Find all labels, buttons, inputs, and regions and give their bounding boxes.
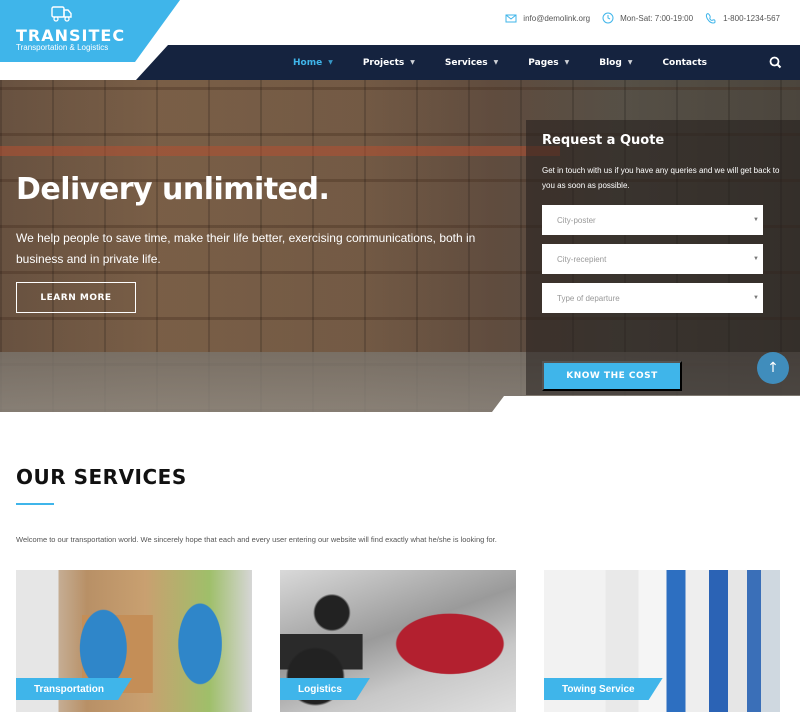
services-intro: Welcome to our transportation world. We … — [16, 535, 497, 544]
service-card-transportation[interactable]: Transportation — [16, 570, 252, 712]
clock-icon — [602, 12, 614, 24]
city-recipient-select[interactable]: City-recepient ▼ — [542, 244, 763, 274]
quote-form: Request a Quote Get in touch with us if … — [526, 120, 800, 395]
scroll-to-top-button[interactable]: ↑ — [757, 352, 789, 384]
nav-item-contacts[interactable]: Contacts — [662, 58, 707, 68]
chevron-down-icon: ▼ — [627, 59, 633, 66]
topbar: info@demolink.org Mon-Sat: 7:00-19:00 1-… — [505, 12, 780, 24]
hero-bg-shelf — [0, 146, 560, 156]
chevron-down-icon: ▼ — [753, 295, 759, 301]
quote-title: Request a Quote — [542, 133, 665, 148]
topbar-phone[interactable]: 1-800-1234-567 — [705, 12, 780, 24]
nav-label: Blog — [599, 57, 622, 68]
nav-label: Services — [444, 57, 488, 68]
logo[interactable]: TRANSITEC Transportation & Logistics — [0, 0, 180, 62]
nav-label: Contacts — [662, 57, 708, 68]
select-placeholder: City-poster — [557, 215, 596, 225]
city-poster-select[interactable]: City-poster ▼ — [542, 205, 763, 235]
hero-section: Delivery unlimited. We help people to sa… — [0, 80, 800, 412]
nav-item-projects[interactable]: Projects ▼ — [363, 58, 415, 68]
card-label: Logistics — [280, 678, 370, 700]
nav-item-home[interactable]: Home ▼ — [293, 58, 333, 68]
mail-icon — [505, 14, 517, 23]
card-label: Towing Service — [544, 678, 663, 700]
hero-title: Delivery unlimited. — [16, 172, 330, 207]
chevron-down-icon: ▼ — [410, 59, 415, 66]
site-header: TRANSITEC Transportation & Logistics inf… — [0, 0, 800, 80]
arrow-up-icon: ↑ — [767, 360, 779, 376]
hero-text: We help people to save time, make their … — [16, 231, 476, 266]
service-card-towing[interactable]: Towing Service — [544, 570, 780, 712]
nav-item-blog[interactable]: Blog ▼ — [599, 58, 632, 68]
know-the-cost-button[interactable]: KNOW THE COST — [542, 361, 682, 391]
phone-icon — [705, 13, 716, 24]
main-nav: Home ▼ Projects ▼ Services ▼ Pages ▼ Blog ▼ C… — [136, 45, 800, 80]
nav-label: Pages — [528, 57, 559, 68]
logo-tagline: Transportation & Logistics — [16, 43, 109, 52]
nav-item-services[interactable]: Services ▼ — [445, 58, 498, 68]
hours-text: Mon-Sat: 7:00-19:00 — [620, 13, 694, 23]
service-card-logistics[interactable]: Logistics — [280, 570, 516, 712]
select-placeholder: Type of departure — [557, 293, 620, 303]
chevron-down-icon: ▼ — [328, 59, 333, 66]
quote-text: Get in touch with us if you have any que… — [542, 166, 780, 190]
nav-item-pages[interactable]: Pages ▼ — [528, 58, 569, 68]
nav-label: Projects — [362, 57, 405, 68]
nav-label: Home — [293, 57, 323, 68]
title-underline — [16, 503, 54, 505]
truck-icon — [51, 6, 72, 22]
topbar-hours: Mon-Sat: 7:00-19:00 — [602, 12, 693, 24]
email-text[interactable]: info@demolink.org — [523, 14, 590, 23]
search-icon[interactable] — [769, 56, 782, 69]
chevron-down-icon: ▼ — [753, 217, 759, 223]
departure-type-select[interactable]: Type of departure ▼ — [542, 283, 763, 313]
learn-more-button[interactable]: LEARN MORE — [16, 282, 136, 313]
select-placeholder: City-recepient — [557, 254, 607, 264]
topbar-email[interactable]: info@demolink.org — [505, 12, 590, 24]
chevron-down-icon: ▼ — [493, 59, 499, 66]
hero-divider — [492, 396, 800, 412]
chevron-down-icon: ▼ — [564, 59, 570, 66]
card-label: Transportation — [16, 678, 132, 700]
services-title: OUR SERVICES — [16, 465, 187, 489]
chevron-down-icon: ▼ — [753, 256, 759, 262]
phone-text[interactable]: 1-800-1234-567 — [723, 14, 780, 23]
